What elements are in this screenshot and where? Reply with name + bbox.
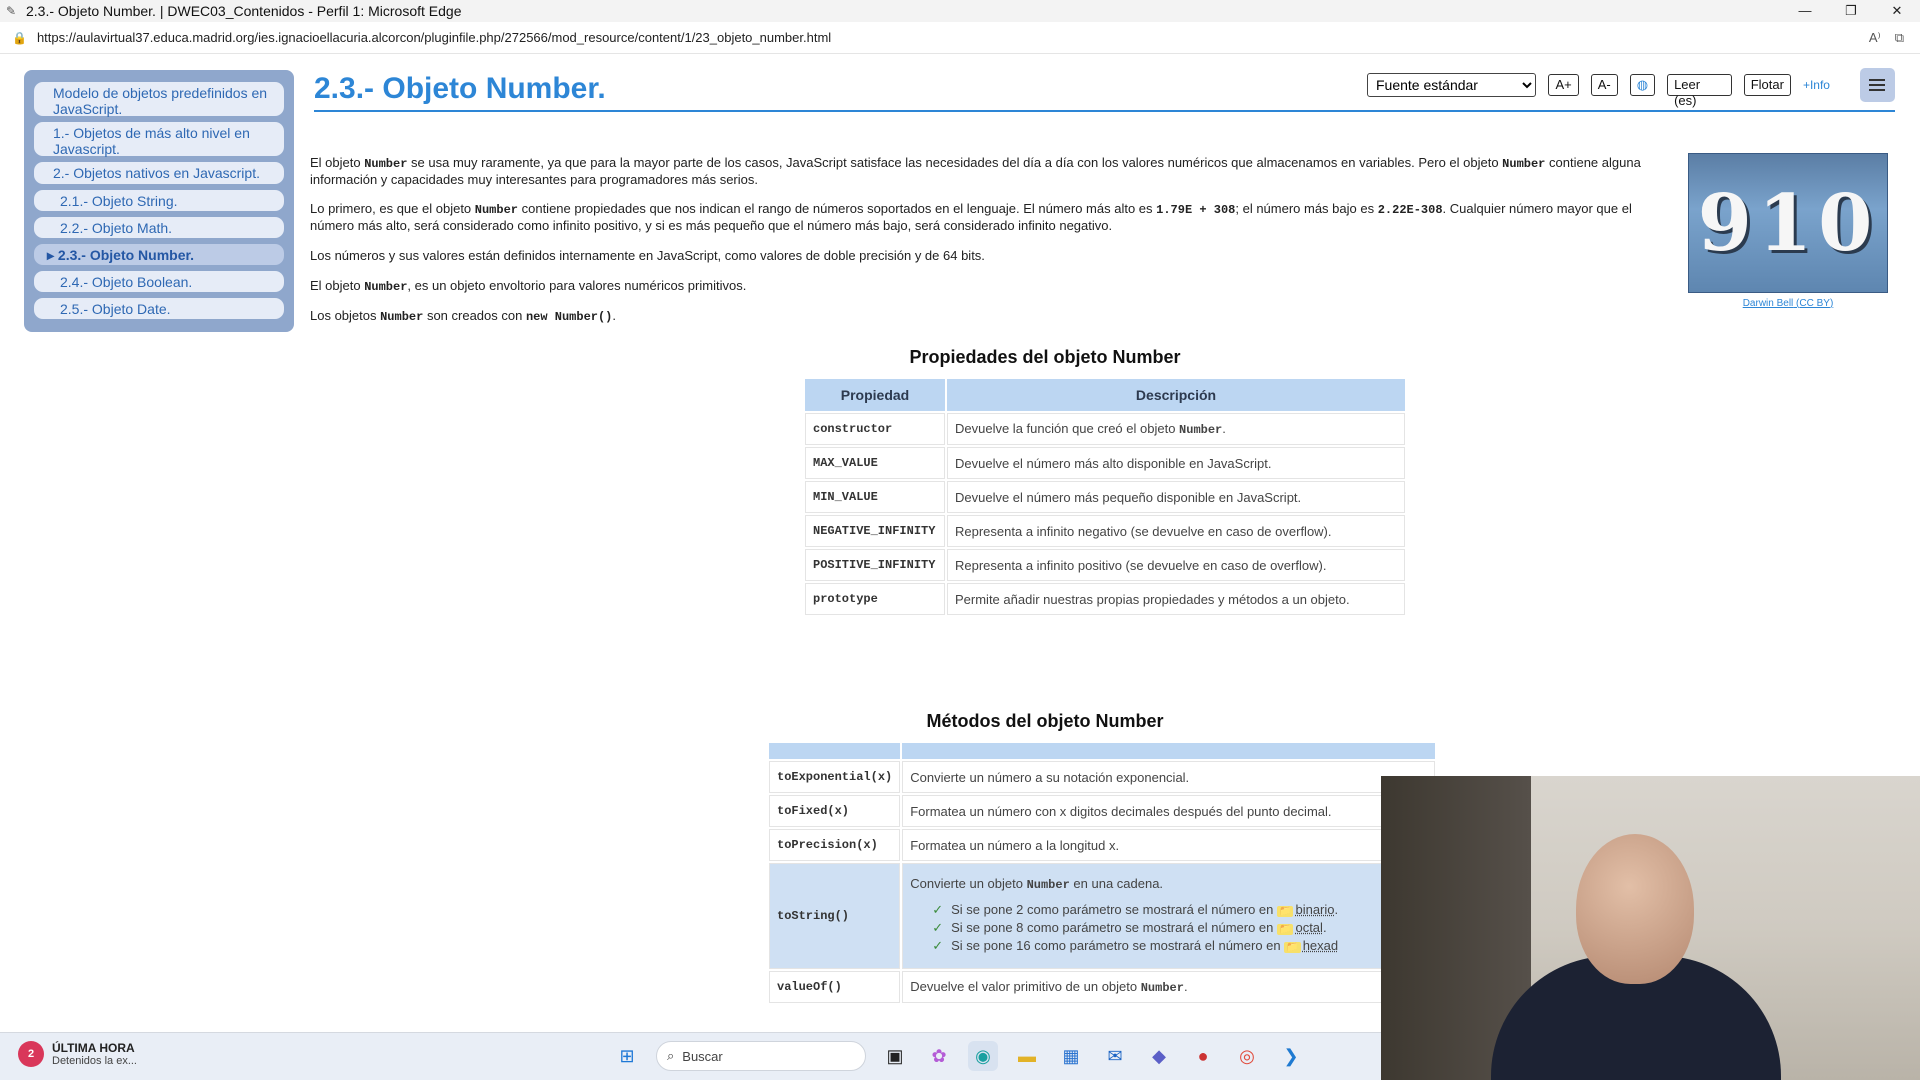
- search-icon: ⌕: [667, 1048, 675, 1063]
- table-row: toExponential(x) Convierte un número a su…: [769, 761, 1435, 793]
- dictionary-icon[interactable]: 📁: [1277, 906, 1294, 917]
- window-controls: — ❐ ✕: [1782, 0, 1920, 22]
- properties-table: Propiedad Descripción constructor Devuelv…: [803, 377, 1407, 617]
- outlook-icon[interactable]: ✉: [1100, 1041, 1130, 1071]
- copilot-icon[interactable]: ✿: [924, 1041, 954, 1071]
- contrast-icon[interactable]: ◍: [1629, 74, 1656, 96]
- task-view-icon[interactable]: ▣: [880, 1041, 910, 1071]
- table-row: toString() Convierte un objeto Number en…: [769, 863, 1435, 969]
- table-row: constructor Devuelve la función que creó …: [805, 413, 1405, 445]
- table-row: MAX_VALUE Devuelve el número más alto dis…: [805, 447, 1405, 479]
- paragraph-4: El objeto Number, es un objeto envoltori…: [310, 278, 747, 294]
- webcam-overlay: [1381, 776, 1920, 1080]
- minimize-button[interactable]: —: [1782, 0, 1828, 22]
- nav-item-2-2[interactable]: 2.2.- Objeto Math.: [34, 217, 284, 238]
- paragraph-5: Los objetos Number son creados con new N…: [310, 308, 616, 324]
- vscode-icon[interactable]: ❯: [1276, 1041, 1306, 1071]
- table-row: toFixed(x) Formatea un número con x digit…: [769, 795, 1435, 827]
- list-item: Si se pone 16 como parámetro se mostrará…: [910, 938, 1427, 956]
- lock-icon[interactable]: 🔒: [12, 31, 27, 45]
- accessibility-toolbar: Fuente estándar A+ A- ◍ Leer (es) Flotar…: [1367, 68, 1895, 108]
- read-aloud-button[interactable]: Leer (es): [1667, 74, 1732, 108]
- paragraph-3: Los números y sus valores están definido…: [310, 248, 985, 263]
- table-row: toPrecision(x) Formatea un número a la lo…: [769, 829, 1435, 861]
- number-photo: 910: [1688, 153, 1888, 293]
- dictionary-icon[interactable]: 📁: [1277, 924, 1294, 935]
- font-select[interactable]: Fuente estándar: [1367, 73, 1537, 97]
- title-divider: [314, 110, 1895, 112]
- table-row: POSITIVE_INFINITY Representa a infinito p…: [805, 549, 1405, 581]
- edge-icon[interactable]: ◉: [968, 1041, 998, 1071]
- close-button[interactable]: ✕: [1874, 0, 1920, 22]
- nav-item-2-4[interactable]: 2.4.- Objeto Boolean.: [34, 271, 284, 292]
- nav-item-2-3[interactable]: ▸ 2.3.- Objeto Number.: [34, 244, 284, 265]
- edge-profile-icon: ✎: [6, 4, 17, 18]
- window-titlebar: ✎ 2.3.- Objeto Number. | DWEC03_Contenid…: [0, 0, 1920, 22]
- table-row: prototype Permite añadir nuestras propias…: [805, 583, 1405, 615]
- table-row: valueOf() Devuelve el valor primitivo de …: [769, 971, 1435, 1003]
- read-aloud-icon[interactable]: A⁾: [1869, 30, 1881, 46]
- nav-item-2[interactable]: 2.- Objetos nativos en Javascript.: [34, 162, 284, 184]
- float-button[interactable]: Flotar: [1743, 74, 1791, 96]
- paragraph-2: Lo primero, es que el objeto Number cont…: [310, 201, 1632, 233]
- news-subtitle: Detenidos la ex...: [52, 1055, 137, 1067]
- news-badge: 2: [18, 1041, 44, 1067]
- nav-item-modelo[interactable]: Modelo de objetos predefinidos en JavaSc…: [34, 82, 284, 117]
- taskbar: 2 ÚLTIMA HORA Detenidos la ex... ⊞ ⌕ Busc…: [0, 1032, 1381, 1080]
- table-header: Propiedad Descripción: [805, 379, 1405, 411]
- list-item: Si se pone 2 como parámetro se mostrará …: [910, 902, 1427, 920]
- font-increase-button[interactable]: A+: [1548, 74, 1579, 96]
- table-header: [769, 743, 1435, 759]
- address-bar: 🔒 https://aulavirtual37.educa.madrid.org…: [0, 22, 1920, 54]
- base-list: Si se pone 2 como parámetro se mostrará …: [910, 902, 1427, 956]
- course-navigation: Modelo de objetos predefinidos en JavaSc…: [24, 70, 294, 332]
- table-row: NEGATIVE_INFINITY Representa a infinito n…: [805, 515, 1405, 547]
- app-icon[interactable]: ●: [1188, 1041, 1218, 1071]
- nav-item-label: 2.3.- Objeto Number.: [57, 247, 195, 263]
- list-item: Si se pone 8 como parámetro se mostrará …: [910, 920, 1427, 938]
- nav-item-2-5[interactable]: 2.5.- Objeto Date.: [34, 298, 284, 319]
- news-title: ÚLTIMA HORA: [52, 1041, 135, 1055]
- methods-table: toExponential(x) Convierte un número a su…: [767, 741, 1437, 1005]
- teams-icon[interactable]: ◆: [1144, 1041, 1174, 1071]
- properties-heading: Propiedades del objeto Number: [909, 347, 1181, 367]
- nav-item-1[interactable]: 1.- Objetos de más alto nivel en Javascr…: [34, 122, 284, 157]
- split-screen-icon[interactable]: ⧉: [1895, 30, 1904, 46]
- paragraph-1: El objeto Number se usa muy raramente, y…: [310, 155, 1641, 187]
- methods-heading: Métodos del objeto Number: [926, 711, 1164, 731]
- table-row: MIN_VALUE Devuelve el número más pequeño …: [805, 481, 1405, 513]
- column-header: Propiedad: [805, 379, 945, 411]
- url-field[interactable]: https://aulavirtual37.educa.madrid.org/i…: [37, 30, 1869, 45]
- menu-icon[interactable]: [1859, 68, 1895, 102]
- search-box[interactable]: ⌕ Buscar: [656, 1041, 866, 1071]
- file-explorer-icon[interactable]: ▬: [1012, 1041, 1042, 1071]
- dictionary-icon[interactable]: 📁: [1284, 942, 1301, 953]
- chrome-icon[interactable]: ◎: [1232, 1041, 1262, 1071]
- column-header: Descripción: [947, 379, 1405, 411]
- image-credit[interactable]: Darwin Bell (CC BY): [1688, 298, 1888, 309]
- font-decrease-button[interactable]: A-: [1590, 74, 1618, 96]
- start-icon[interactable]: ⊞: [612, 1041, 642, 1071]
- store-icon[interactable]: ▦: [1056, 1041, 1086, 1071]
- page-title: 2.3.- Objeto Number.: [314, 72, 606, 105]
- nav-item-2-1[interactable]: 2.1.- Objeto String.: [34, 190, 284, 211]
- restore-button[interactable]: ❐: [1828, 0, 1874, 22]
- news-widget[interactable]: 2 ÚLTIMA HORA Detenidos la ex...: [18, 1041, 137, 1067]
- more-info-link[interactable]: +Info: [1803, 78, 1830, 92]
- window-title: 2.3.- Objeto Number. | DWEC03_Contenidos…: [26, 3, 462, 19]
- caret-right-icon: ▸: [47, 247, 58, 263]
